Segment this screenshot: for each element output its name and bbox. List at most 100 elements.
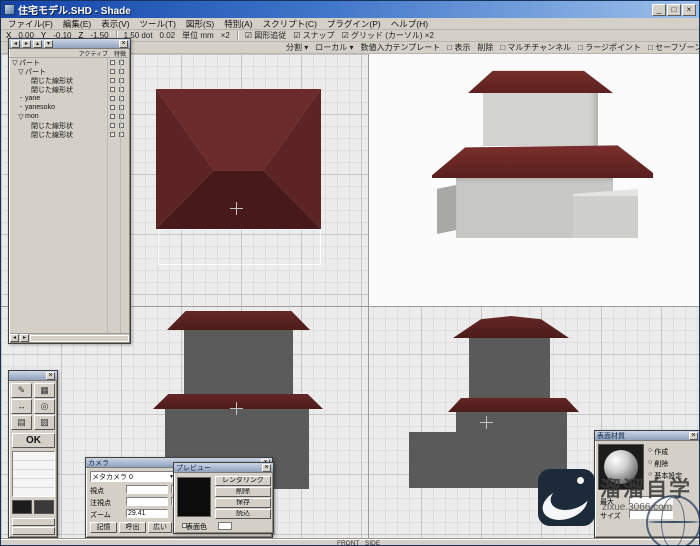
side-wall-extension: [409, 432, 457, 488]
tree-item-label: yane: [25, 95, 41, 102]
viewpoint-field[interactable]: [126, 485, 168, 494]
zoom-field[interactable]: 29.41: [126, 509, 168, 518]
show-toggle[interactable]: □ 表示: [447, 42, 470, 53]
toggle-grid-cursor[interactable]: ☑ グリッド (カーソル) ×2: [342, 30, 434, 41]
menu-item-special[interactable]: 特別(A): [219, 18, 257, 30]
active-checkbox[interactable]: [110, 69, 115, 74]
toolbox-extra-button[interactable]: [12, 518, 55, 526]
tree-item[interactable]: - yane: [9, 94, 130, 103]
toolbox-titlebar[interactable]: ×: [9, 371, 57, 381]
grid-icon[interactable]: ▦: [34, 383, 55, 398]
memory-thumbnail[interactable]: [34, 500, 54, 514]
menu-item-tools[interactable]: ツール(T): [135, 18, 181, 30]
menu-item-view[interactable]: 表示(V): [96, 18, 134, 30]
delete-button[interactable]: 削除: [477, 42, 493, 53]
numeric-input-template-button[interactable]: 数値入力テンプレート: [361, 42, 441, 53]
scale-value[interactable]: ×2: [221, 31, 230, 40]
viewport-divider-vertical[interactable]: [368, 54, 369, 538]
ok-button[interactable]: OK: [12, 433, 55, 448]
browser-hscrollbar[interactable]: ◂ ▸: [10, 333, 129, 342]
tree-expander-icon[interactable]: -: [17, 95, 25, 102]
surface-color-swatch[interactable]: [218, 522, 232, 530]
tree-expander-icon[interactable]: -: [17, 104, 25, 111]
hscroll-track[interactable]: [30, 334, 129, 342]
active-checkbox[interactable]: [110, 105, 115, 110]
material-close-icon[interactable]: ×: [689, 431, 698, 440]
title-bar[interactable]: 住宅モデル.SHD - Shade _ □ ×: [1, 1, 699, 18]
active-checkbox[interactable]: [110, 123, 115, 128]
menu-item-edit[interactable]: 編集(E): [58, 18, 96, 30]
multichannel-toggle[interactable]: □ マルチチャンネル: [500, 42, 571, 53]
maximize-button[interactable]: □: [667, 3, 681, 16]
preview-close-icon[interactable]: ×: [262, 463, 271, 472]
split-dropdown[interactable]: 分割 ▾: [286, 42, 308, 53]
preview-thumbnail[interactable]: [177, 477, 211, 517]
tool-list[interactable]: [12, 451, 55, 497]
save-render-button[interactable]: 保存: [215, 498, 271, 508]
tree-item-label: 閉じた線形状: [31, 131, 73, 139]
house-left-fence: [437, 185, 456, 234]
tree-item[interactable]: - yanesoko: [9, 103, 130, 112]
active-checkbox[interactable]: [110, 96, 115, 101]
menu-item-shape[interactable]: 図形(S): [181, 18, 219, 30]
preview-titlebar[interactable]: プレビュー ×: [174, 463, 273, 473]
memory-thumbnail[interactable]: [12, 500, 32, 514]
material-option-delete[interactable]: ○ 削除: [648, 459, 668, 469]
tree-item[interactable]: 閉じた線形状: [9, 85, 130, 94]
tree-expander-icon[interactable]: ▽: [17, 113, 25, 121]
menu-item-script[interactable]: スクリプト(C): [258, 18, 322, 30]
tree-expander-icon[interactable]: ▽: [17, 68, 25, 76]
active-checkbox[interactable]: [110, 114, 115, 119]
active-checkbox[interactable]: [110, 132, 115, 137]
active-checkbox[interactable]: [110, 78, 115, 83]
largepoint-toggle[interactable]: □ ラージポイント: [578, 42, 641, 53]
toggle-shape-follow[interactable]: ☑ 図形追従: [245, 30, 286, 41]
active-checkbox[interactable]: [110, 60, 115, 65]
toolbar-separator: [236, 31, 238, 40]
browser-titlebar[interactable]: ◂ ▸ ▴ ▾ ×: [9, 39, 130, 49]
zoom-label: ズーム: [90, 512, 111, 519]
safezone-toggle[interactable]: □ セーフゾーン: [648, 42, 699, 53]
step-value[interactable]: 0.02: [160, 31, 176, 40]
menu-item-plugin[interactable]: プラグイン(P): [322, 18, 386, 30]
tree-expander-icon[interactable]: ▽: [11, 59, 19, 67]
tree-item[interactable]: 閉じた線形状: [9, 130, 130, 139]
active-checkbox[interactable]: [110, 87, 115, 92]
material-titlebar[interactable]: 表面材質 ×: [595, 431, 699, 441]
memory-button[interactable]: 記憶: [90, 522, 117, 533]
radio-icon: ○: [648, 447, 653, 454]
zoom-icon[interactable]: ◎: [34, 399, 55, 414]
minimize-button[interactable]: _: [652, 3, 666, 16]
scroll-right-icon[interactable]: ▸: [22, 39, 31, 48]
toggle-snap[interactable]: ☑ スナップ: [293, 30, 334, 41]
wide-button[interactable]: 広い: [148, 522, 172, 533]
move-icon[interactable]: ↔: [11, 399, 32, 414]
recall-button[interactable]: 呼出: [119, 522, 146, 533]
target-field[interactable]: [126, 497, 168, 506]
target-label: 注視点: [90, 500, 111, 507]
side-wall-upper: [469, 338, 550, 398]
delete-render-button[interactable]: 削除: [215, 487, 271, 497]
render-button[interactable]: レンダリング: [215, 476, 271, 486]
column-divider: [120, 58, 121, 334]
material-option-create[interactable]: ○ 作成: [648, 447, 668, 457]
window-title: 住宅モデル.SHD - Shade: [18, 6, 131, 17]
collapse-icon[interactable]: ▴: [33, 39, 42, 48]
copy-icon[interactable]: ▤: [11, 415, 32, 430]
erase-icon[interactable]: ▧: [34, 415, 55, 430]
menu-item-file[interactable]: ファイル(F): [3, 18, 58, 30]
hscroll-right-icon[interactable]: ▸: [20, 334, 29, 342]
camera-select[interactable]: メタカメラ 0 ▼: [90, 471, 176, 482]
preview-panel-title: プレビュー: [176, 464, 211, 472]
toolbox-extra-button[interactable]: [12, 527, 55, 535]
expand-icon[interactable]: ▾: [44, 39, 53, 48]
toolbox-close-icon[interactable]: ×: [46, 371, 55, 380]
menu-item-help[interactable]: ヘルプ(H): [386, 18, 433, 30]
pencil-icon[interactable]: ✎: [11, 383, 32, 398]
browser-close-icon[interactable]: ×: [119, 39, 128, 48]
load-render-button[interactable]: 読込: [215, 509, 271, 519]
scroll-left-icon[interactable]: ◂: [11, 39, 20, 48]
local-dropdown[interactable]: ローカル ▾: [315, 42, 353, 53]
close-button[interactable]: ×: [682, 3, 696, 16]
hscroll-left-icon[interactable]: ◂: [10, 334, 19, 342]
